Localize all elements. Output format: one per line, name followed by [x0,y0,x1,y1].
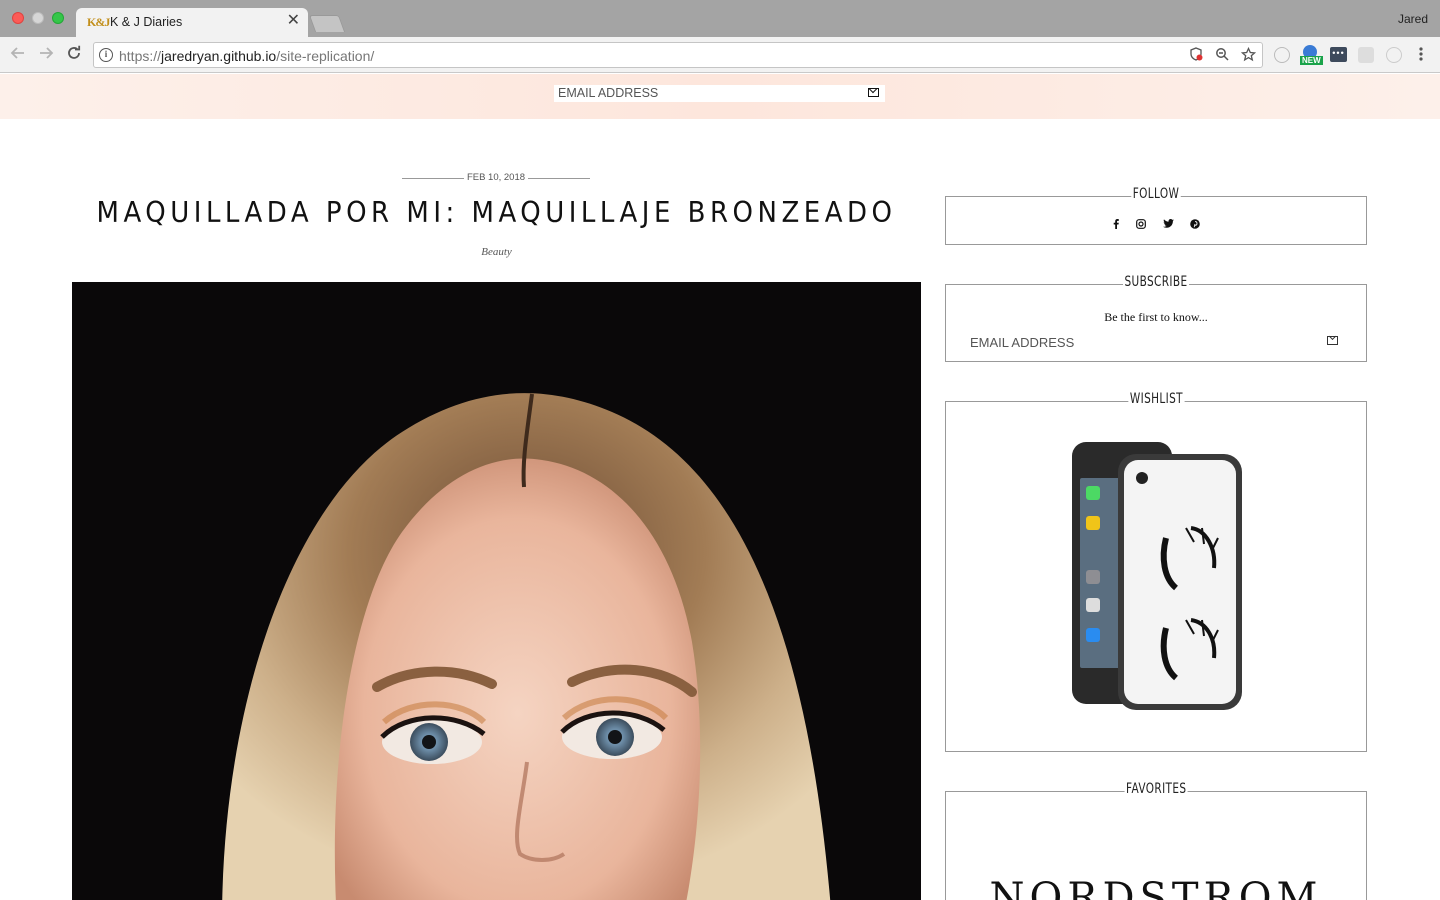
extension-circle-icon[interactable] [1274,47,1290,63]
nordstrom-logo[interactable]: NORDSTROM [946,875,1366,900]
post-date-divider: FEB 10, 2018 [402,171,590,185]
post-date: FEB 10, 2018 [402,172,590,183]
phone-case-image[interactable] [1066,438,1246,718]
post-date-text: FEB 10, 2018 [463,172,529,183]
favorites-title-text: FAVORITES [1124,781,1188,797]
new-tab-button[interactable] [308,15,346,32]
close-window-button[interactable] [12,12,24,24]
subscribe-submit-icon[interactable] [1327,336,1338,345]
profile-name[interactable]: Jared [1398,12,1428,26]
favorites-widget: FAVORITES NORDSTROM [945,781,1367,900]
facebook-icon[interactable] [1110,219,1122,231]
zoom-icon[interactable] [1214,47,1230,63]
extension-dots-icon[interactable]: ••• [1330,47,1347,62]
browser-menu-icon[interactable] [1414,45,1428,65]
wishlist-title: WISHLIST [946,390,1366,408]
post-category-link[interactable]: Beauty [72,246,921,258]
follow-widget: FOLLOW [945,186,1367,245]
bookmark-star-icon[interactable] [1240,46,1256,63]
subscribe-title-text: SUBSCRIBE [1123,274,1189,290]
hero-portrait-image[interactable] [72,282,921,900]
url-path: /site-replication/ [276,48,375,64]
extension-ring-icon[interactable] [1386,47,1402,63]
subscribe-email-input[interactable]: EMAIL ADDRESS [970,335,1074,350]
address-bar[interactable]: i https://jaredryan.github.io/site-repli… [93,42,1263,68]
tab-title: K & J Diaries [110,15,183,29]
wishlist-title-text: WISHLIST [1127,391,1185,407]
extension-globe-icon[interactable]: NEW [1300,45,1323,65]
blocked-content-icon[interactable] [1188,47,1204,63]
browser-tab-active[interactable]: K&J K & J Diaries ✕ [76,8,308,37]
forward-arrow-icon[interactable] [36,45,56,65]
web-page: EMAIL ADDRESS FEB 10, 2018 MAQUILLADA PO… [0,74,1440,900]
extension-square-icon[interactable] [1358,47,1374,63]
reload-icon[interactable] [64,45,84,65]
newsletter-band: EMAIL ADDRESS [0,74,1440,119]
maximize-window-button[interactable] [52,12,64,24]
follow-title: FOLLOW [946,185,1366,203]
subscribe-title: SUBSCRIBE [946,273,1366,291]
twitter-icon[interactable] [1162,219,1174,231]
instagram-icon[interactable] [1135,219,1147,231]
url-text: https://jaredryan.github.io/site-replica… [119,48,374,64]
follow-title-text: FOLLOW [1131,186,1181,202]
header-email-placeholder: EMAIL ADDRESS [558,86,659,100]
header-email-input[interactable]: EMAIL ADDRESS [554,85,885,102]
subscribe-widget: SUBSCRIBE Be the first to know... EMAIL … [945,274,1367,362]
url-host: jaredryan.github.io [161,48,277,64]
site-info-icon[interactable]: i [99,48,113,62]
tab-close-icon[interactable]: ✕ [287,13,300,29]
subscribe-tagline: Be the first to know... [1104,310,1208,324]
header-email-submit-icon[interactable] [868,88,879,97]
site-favicon-icon: K&J [87,15,110,29]
wishlist-widget: WISHLIST [945,391,1367,752]
minimize-window-button[interactable] [32,12,44,24]
new-badge: NEW [1300,56,1323,65]
pinterest-icon[interactable] [1189,219,1201,231]
favorites-title: FAVORITES [946,780,1366,798]
post-title[interactable]: MAQUILLADA POR MI: MAQUILLAJE BRONZEADO [72,197,921,230]
url-scheme: https:// [119,48,162,64]
back-arrow-icon[interactable] [8,45,28,65]
browser-toolbar: i https://jaredryan.github.io/site-repli… [0,37,1440,73]
browser-titlebar: K&J K & J Diaries ✕ Jared [0,0,1440,37]
